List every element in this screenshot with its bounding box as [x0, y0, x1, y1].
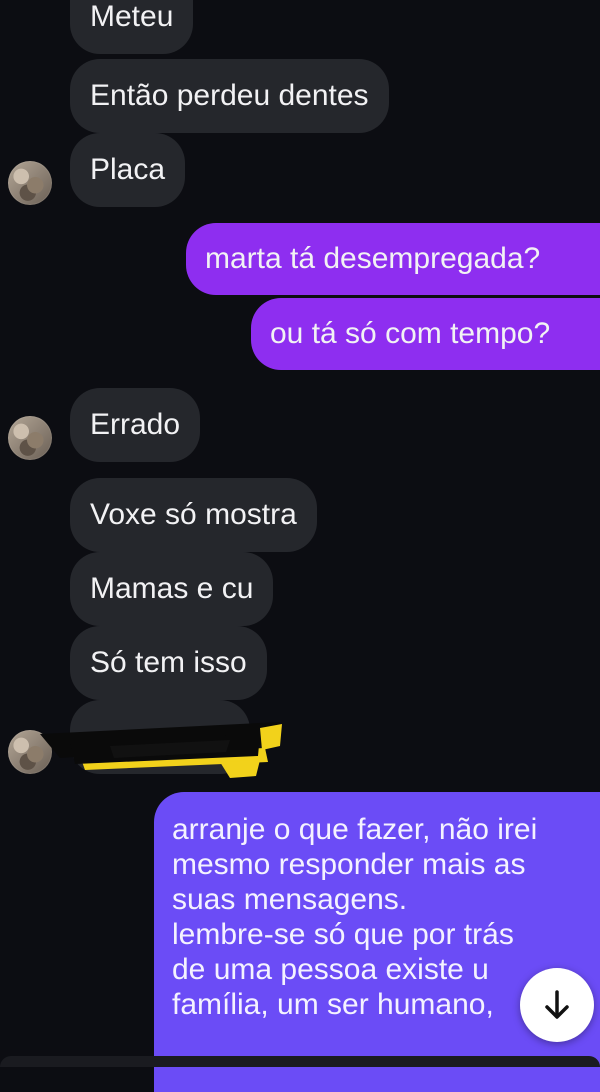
message-line: arranje o que fazer, não irei [172, 813, 538, 846]
message-bubble-incoming[interactable]: Placa [70, 133, 186, 207]
composer-edge [0, 1056, 600, 1067]
message-line: de uma pessoa existe u [172, 953, 489, 986]
message-text: Mamas e cu [90, 572, 254, 605]
message-text: Então perdeu dentes [90, 79, 369, 112]
contact-avatar[interactable] [8, 161, 52, 205]
message-text: Voxe só mostra [90, 498, 297, 531]
message-bubble-outgoing[interactable]: marta tá desempregada? [186, 223, 600, 295]
message-bubble-outgoing[interactable]: ou tá só com tempo? [251, 298, 600, 370]
message-text: Errado [90, 408, 181, 441]
message-bubble-incoming[interactable]: Então perdeu dentes [70, 59, 389, 133]
message-line: suas mensagens. [172, 883, 408, 916]
message-bubble-incoming[interactable]: Meteu [70, 0, 194, 54]
message-line: lembre-se só que por trás [172, 918, 514, 951]
message-text: marta tá desempregada? [205, 242, 541, 275]
message-line: mesmo responder mais as [172, 848, 526, 881]
message-text: Meteu [90, 0, 174, 33]
redaction-scribble [40, 722, 282, 778]
message-bubble-incoming[interactable]: Errado [70, 388, 201, 462]
message-bubble-incoming[interactable]: Mamas e cu [70, 552, 274, 626]
message-bubble-incoming[interactable]: Voxe só mostra [70, 478, 317, 552]
message-text: ou tá só com tempo? [270, 317, 551, 350]
arrow-down-icon [545, 990, 569, 1019]
message-text: Placa [90, 153, 166, 186]
contact-avatar[interactable] [8, 416, 52, 460]
message-bubble-outgoing-latest[interactable]: arranje o que fazer, não irei mesmo resp… [154, 792, 600, 1092]
scroll-to-bottom-button[interactable] [520, 968, 594, 1042]
message-bubble-incoming[interactable]: Só tem isso [70, 626, 267, 700]
message-text: Só tem isso [90, 646, 247, 679]
